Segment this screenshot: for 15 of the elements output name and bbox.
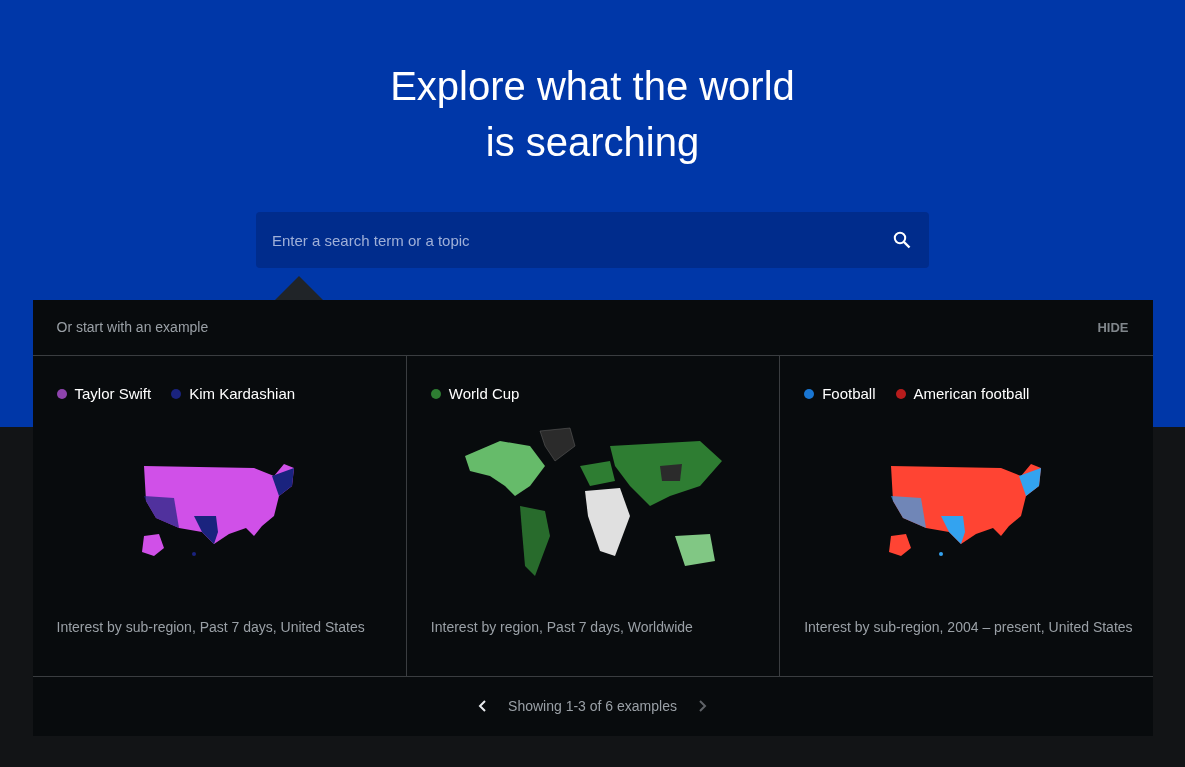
legend-label: World Cup: [448, 384, 520, 404]
legend-label: Kim Kardashian: [189, 384, 296, 404]
page-title: Explore what the world is searching: [390, 63, 795, 166]
legend-label: American football: [913, 384, 1030, 404]
map-caption: Interest by region, Past 7 days, Worldwide: [430, 618, 694, 637]
chevron-left-icon: [478, 700, 487, 712]
map-caption: Interest by sub-region, Past 7 days, United States: [56, 618, 366, 637]
legend-label: Taylor Swift: [74, 384, 152, 404]
search-field[interactable]: Enter a search term or a topic: [256, 212, 929, 268]
panel-heading: Or start with an example: [56, 318, 209, 337]
legend-label: Football: [822, 384, 876, 404]
search-icon[interactable]: [893, 231, 911, 249]
pager-text: Showing 1-3 of 6 examples: [508, 697, 677, 716]
chevron-right-icon: [698, 700, 707, 712]
hide-button[interactable]: HIDE: [1097, 317, 1129, 338]
